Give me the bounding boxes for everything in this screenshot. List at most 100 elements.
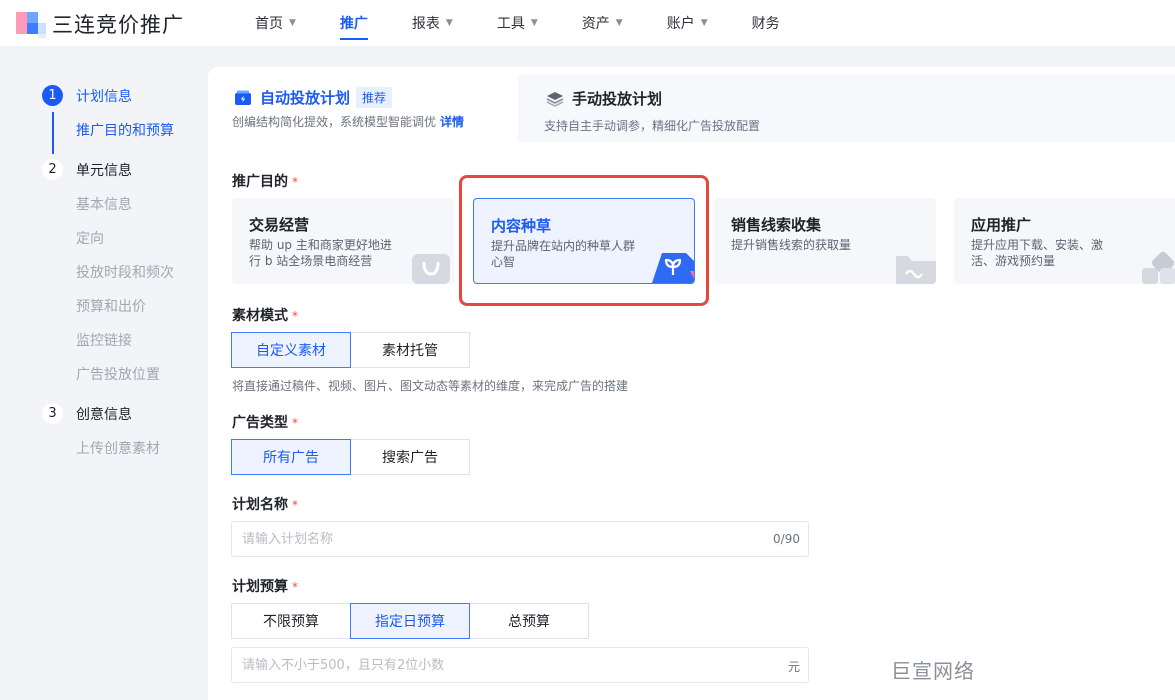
app-logo[interactable]: 三连竞价推广 bbox=[16, 10, 184, 38]
nav-item-home[interactable]: 首页 ▼ bbox=[255, 0, 296, 46]
chevron-down-icon: ▼ bbox=[445, 18, 453, 28]
tab-title: 自动投放计划 推荐 bbox=[234, 87, 393, 108]
selection-highlight-box bbox=[459, 175, 709, 306]
step-sub-monitor-link[interactable]: 监控链接 bbox=[76, 330, 132, 350]
step-title: 创意信息 bbox=[76, 406, 132, 423]
nav-label: 工具 bbox=[496, 16, 525, 32]
budget-type-selector: 不限预算 指定日预算 总预算 bbox=[231, 603, 589, 639]
nav-label: 首页 bbox=[255, 16, 283, 32]
plan-name-field: 0/90 bbox=[231, 521, 809, 557]
ad-type-label: 广告类型 * bbox=[232, 412, 298, 432]
material-mode-selector: 自定义素材 素材托管 bbox=[231, 332, 470, 368]
step-title: 单元信息 bbox=[76, 162, 132, 179]
purpose-card-sales-leads[interactable]: 销售线索收集 提升销售线索的获取量 bbox=[714, 198, 936, 284]
tab-title-text: 自动投放计划 bbox=[260, 89, 351, 107]
required-mark: * bbox=[292, 175, 298, 189]
option-total-budget[interactable]: 总预算 bbox=[469, 603, 589, 639]
nav-label: 报表 bbox=[411, 16, 440, 32]
layers-icon bbox=[546, 90, 564, 108]
chevron-down-icon: ▼ bbox=[289, 18, 296, 28]
purpose-card-app-promotion[interactable]: 应用推广 提升应用下载、安装、激活、游戏预约量 bbox=[954, 198, 1175, 284]
logo-text: 三连竞价推广 bbox=[52, 13, 184, 37]
card-desc: 帮助 up 主和商家更好地进行 b 站全场景电商经营 bbox=[249, 238, 392, 268]
option-all-ads[interactable]: 所有广告 bbox=[231, 439, 351, 475]
watermark-text: 巨宣网络 bbox=[891, 659, 975, 683]
app-grid-icon bbox=[1142, 251, 1175, 284]
purpose-card-trade[interactable]: 交易经营 帮助 up 主和商家更好地进行 b 站全场景电商经营 bbox=[232, 198, 454, 284]
field-label-text: 素材模式 bbox=[232, 308, 288, 324]
nav-label: 财务 bbox=[751, 16, 780, 32]
material-mode-label: 素材模式 * bbox=[232, 305, 298, 325]
required-mark: * bbox=[292, 498, 298, 512]
field-label-text: 计划名称 bbox=[232, 497, 288, 513]
auto-plan-icon bbox=[234, 89, 252, 107]
card-desc: 提升销售线索的获取量 bbox=[731, 238, 852, 252]
option-custom-material[interactable]: 自定义素材 bbox=[231, 332, 351, 368]
step-sub-targeting[interactable]: 定向 bbox=[76, 228, 104, 248]
step-sub-upload-creative[interactable]: 上传创意素材 bbox=[76, 438, 160, 458]
chevron-down-icon: ▼ bbox=[700, 18, 708, 28]
step-sub-placement[interactable]: 广告投放位置 bbox=[76, 364, 160, 384]
purpose-label: 推广目的 * bbox=[232, 171, 298, 191]
step-progress-line bbox=[52, 112, 54, 154]
shopping-bag-icon bbox=[412, 254, 450, 284]
step-sub-schedule-frequency[interactable]: 投放时段和频次 bbox=[76, 262, 174, 282]
chevron-down-icon: ▼ bbox=[615, 18, 623, 28]
nav-label: 推广 bbox=[339, 16, 368, 32]
logo-mark-icon bbox=[16, 10, 46, 38]
step-2-unit-info[interactable]: 2 单元信息 bbox=[42, 159, 132, 180]
field-label-text: 广告类型 bbox=[232, 415, 288, 431]
top-bar: 三连竞价推广 首页 ▼ 推广 报表 ▼ 工具 ▼ 资产 ▼ 账户 ▼ 财务 bbox=[0, 0, 1175, 46]
detail-link[interactable]: 详情 bbox=[440, 115, 464, 129]
step-3-creative-info[interactable]: 3 创意信息 bbox=[42, 403, 132, 424]
step-number: 2 bbox=[42, 159, 63, 180]
step-number: 1 bbox=[42, 85, 63, 106]
tab-desc: 创编结构简化提效，系统模型智能调优 详情 bbox=[232, 113, 464, 130]
tab-manual-plan[interactable]: 手动投放计划 支持自主手动调参，精细化广告投放配置 bbox=[518, 75, 1175, 142]
folder-icon bbox=[896, 256, 936, 284]
step-navigator: 1 计划信息 推广目的和预算 2 单元信息 基本信息 定向 投放时段和频次 预算… bbox=[0, 46, 208, 700]
budget-amount-field: 元 bbox=[231, 647, 809, 683]
field-label-text: 推广目的 bbox=[232, 174, 288, 190]
step-sub-purpose-budget[interactable]: 推广目的和预算 bbox=[76, 120, 174, 140]
main-nav: 首页 ▼ 推广 报表 ▼ 工具 ▼ 资产 ▼ 账户 ▼ 财务 bbox=[255, 0, 824, 46]
field-label-text: 计划预算 bbox=[232, 579, 288, 595]
tab-desc-text: 创编结构简化提效，系统模型智能调优 bbox=[232, 115, 437, 129]
nav-item-finance[interactable]: 财务 bbox=[752, 0, 780, 46]
required-mark: * bbox=[292, 580, 298, 594]
card-desc: 提升应用下载、安装、激活、游戏预约量 bbox=[971, 238, 1104, 268]
step-1-plan-info[interactable]: 1 计划信息 bbox=[42, 85, 132, 106]
nav-label: 账户 bbox=[666, 16, 695, 32]
tab-auto-plan[interactable]: 自动投放计划 推荐 创编结构简化提效，系统模型智能调优 详情 bbox=[208, 67, 518, 145]
tab-desc: 支持自主手动调参，精细化广告投放配置 bbox=[544, 119, 761, 133]
material-mode-hint: 将直接通过稿件、视频、图片、图文动态等素材的维度，来完成广告的搭建 bbox=[232, 379, 629, 393]
nav-item-reports[interactable]: 报表 ▼ bbox=[412, 0, 453, 46]
option-material-hosting[interactable]: 素材托管 bbox=[350, 332, 470, 368]
tab-title: 手动投放计划 bbox=[546, 88, 662, 109]
step-sub-budget-bid[interactable]: 预算和出价 bbox=[76, 296, 146, 316]
required-mark: * bbox=[292, 309, 298, 323]
step-number: 3 bbox=[42, 403, 63, 424]
option-unlimited-budget[interactable]: 不限预算 bbox=[231, 603, 351, 639]
char-counter: 0/90 bbox=[773, 532, 800, 546]
nav-item-account[interactable]: 账户 ▼ bbox=[667, 0, 708, 46]
card-title: 应用推广 bbox=[971, 216, 1032, 234]
currency-unit: 元 bbox=[787, 660, 800, 674]
nav-item-tools[interactable]: 工具 ▼ bbox=[497, 0, 538, 46]
nav-item-assets[interactable]: 资产 ▼ bbox=[582, 0, 623, 46]
step-title: 计划信息 bbox=[76, 88, 132, 105]
plan-budget-label: 计划预算 * bbox=[232, 576, 298, 596]
required-mark: * bbox=[292, 416, 298, 430]
tab-title-text: 手动投放计划 bbox=[572, 90, 663, 108]
ad-type-selector: 所有广告 搜索广告 bbox=[231, 439, 470, 475]
recommended-badge: 推荐 bbox=[356, 87, 393, 108]
option-daily-budget[interactable]: 指定日预算 bbox=[350, 603, 470, 639]
step-sub-basic-info[interactable]: 基本信息 bbox=[76, 194, 132, 214]
card-title: 销售线索收集 bbox=[731, 216, 822, 234]
option-search-ads[interactable]: 搜索广告 bbox=[350, 439, 470, 475]
plan-name-label: 计划名称 * bbox=[232, 494, 298, 514]
budget-amount-input[interactable] bbox=[232, 648, 752, 682]
card-title: 交易经营 bbox=[249, 216, 310, 234]
plan-name-input[interactable] bbox=[232, 522, 752, 556]
nav-item-promotion[interactable]: 推广 bbox=[339, 0, 368, 46]
